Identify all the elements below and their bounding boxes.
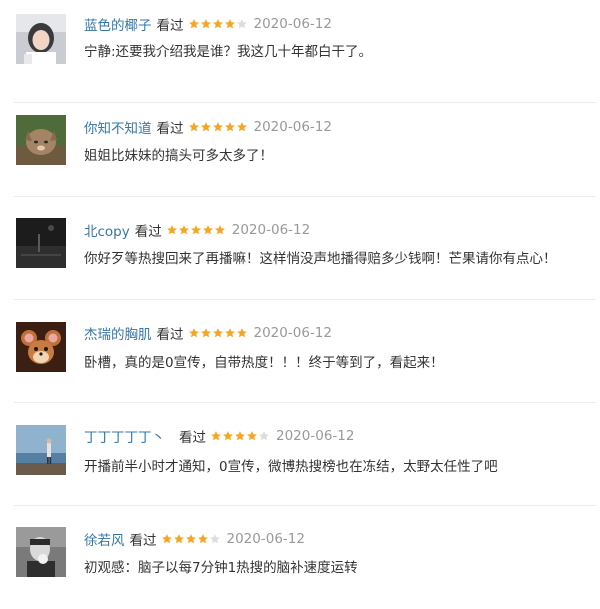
comment-text: 宁静:还要我介绍我是谁？我这几十年都白干了。 — [84, 44, 373, 60]
star-filled-icon — [200, 327, 212, 339]
username-link[interactable]: 蓝色的椰子 — [84, 14, 152, 34]
avatar-mouse-image — [16, 322, 66, 372]
star-filled-icon — [178, 224, 190, 236]
comment-text: 初观感：脑子以每7分钟1热搜的脑补速度运转 — [84, 560, 358, 576]
star-filled-icon — [214, 224, 226, 236]
star-filled-icon — [200, 18, 212, 30]
comment-date: 2020-06-12 — [226, 531, 305, 547]
star-filled-icon — [185, 533, 197, 545]
comment-meta: 你知不知道 看过 2020-06-12 — [84, 116, 332, 138]
star-rating — [188, 327, 248, 339]
star-filled-icon — [212, 18, 224, 30]
watch-status: 看过 — [156, 327, 184, 343]
star-filled-icon — [188, 121, 200, 133]
comment-item: 徐若风 看过 2020-06-12 初观感：脑子以每7分钟1热搜的脑补速度运转 — [0, 506, 600, 609]
avatar[interactable] — [16, 115, 66, 165]
star-filled-icon — [224, 18, 236, 30]
comment-item: 丁丁丁丁丁丶 看过 2020-06-12 开播前半小时才通知，0宣传，微博热搜榜… — [0, 403, 600, 506]
username-link[interactable]: 北copy — [84, 220, 130, 240]
avatar-sea-image — [16, 425, 66, 475]
comment-meta: 徐若风 看过 2020-06-12 — [84, 528, 305, 550]
star-filled-icon — [190, 224, 202, 236]
star-filled-icon — [236, 327, 248, 339]
star-rating — [188, 121, 248, 133]
star-rating — [188, 18, 248, 30]
comment-item: 北copy 看过 2020-06-12 你好歹等热搜回来了再播嘛！这样悄没声地播… — [0, 197, 600, 300]
star-filled-icon — [236, 121, 248, 133]
username-link[interactable]: 徐若风 — [84, 529, 125, 549]
comment-list: 蓝色的椰子 看过 2020-06-12 宁静:还要我介绍我是谁？我这几十年都白干… — [0, 0, 600, 589]
star-filled-icon — [161, 533, 173, 545]
comment-item: 蓝色的椰子 看过 2020-06-12 宁静:还要我介绍我是谁？我这几十年都白干… — [0, 0, 600, 103]
comment-text: 你好歹等热搜回来了再播嘛！这样悄没声地播得赔多少钱啊！芒果请你有点心！ — [84, 251, 557, 267]
comment-date: 2020-06-12 — [231, 222, 311, 238]
star-filled-icon — [173, 533, 185, 545]
comment-meta: 北copy 看过 2020-06-12 — [84, 219, 310, 241]
comment-meta: 丁丁丁丁丁丶 看过 2020-06-12 — [84, 425, 354, 447]
star-filled-icon — [202, 224, 214, 236]
watch-status: 看过 — [179, 430, 206, 446]
comment-item: 你知不知道 看过 2020-06-12 姐姐比妹妹的搞头可多太多了！ — [0, 94, 600, 197]
star-filled-icon — [210, 430, 222, 442]
star-filled-icon — [197, 533, 209, 545]
watch-status: 看过 — [129, 533, 157, 549]
star-filled-icon — [188, 18, 200, 30]
star-rating — [166, 224, 226, 236]
star-filled-icon — [234, 430, 246, 442]
comment-text: 卧槽，真的是0宣传，自带热度！！！终于等到了，看起来！ — [84, 355, 444, 371]
comment-date: 2020-06-12 — [253, 325, 332, 341]
comment-meta: 蓝色的椰子 看过 2020-06-12 — [84, 13, 332, 35]
avatar-dark-image — [16, 218, 66, 268]
avatar-boy-image — [16, 527, 66, 577]
comment-date: 2020-06-12 — [276, 428, 355, 444]
comment-date: 2020-06-12 — [253, 119, 332, 135]
avatar-girl-image — [16, 14, 66, 64]
comment-text: 开播前半小时才通知，0宣传，微博热搜榜也在冻结，太野太任性了吧 — [84, 459, 498, 475]
star-filled-icon — [200, 121, 212, 133]
star-rating — [161, 533, 221, 545]
username-link[interactable]: 丁丁丁丁丁丶 — [84, 426, 165, 446]
star-filled-icon — [166, 224, 178, 236]
star-filled-icon — [222, 430, 234, 442]
avatar[interactable] — [16, 322, 66, 372]
avatar[interactable] — [16, 14, 66, 64]
username-link[interactable]: 杰瑞的胸肌 — [84, 323, 152, 343]
star-filled-icon — [246, 430, 258, 442]
avatar[interactable] — [16, 425, 66, 475]
watch-status: 看过 — [156, 121, 184, 137]
avatar[interactable] — [16, 527, 66, 577]
avatar-cat-image — [16, 115, 66, 165]
comment-item: 杰瑞的胸肌 看过 2020-06-12 卧槽，真的是0宣传，自带热度！！！终于等… — [0, 300, 600, 403]
star-filled-icon — [188, 327, 200, 339]
comment-date: 2020-06-12 — [253, 16, 332, 32]
star-empty-icon — [209, 533, 221, 545]
star-filled-icon — [224, 121, 236, 133]
star-filled-icon — [224, 327, 236, 339]
star-filled-icon — [212, 327, 224, 339]
watch-status: 看过 — [156, 18, 184, 34]
star-empty-icon — [236, 18, 248, 30]
comment-meta: 杰瑞的胸肌 看过 2020-06-12 — [84, 322, 332, 344]
star-filled-icon — [212, 121, 224, 133]
star-empty-icon — [258, 430, 270, 442]
watch-status: 看过 — [134, 224, 162, 240]
comment-text: 姐姐比妹妹的搞头可多太多了！ — [84, 148, 273, 164]
avatar[interactable] — [16, 218, 66, 268]
username-link[interactable]: 你知不知道 — [84, 117, 152, 137]
star-rating — [210, 430, 270, 442]
